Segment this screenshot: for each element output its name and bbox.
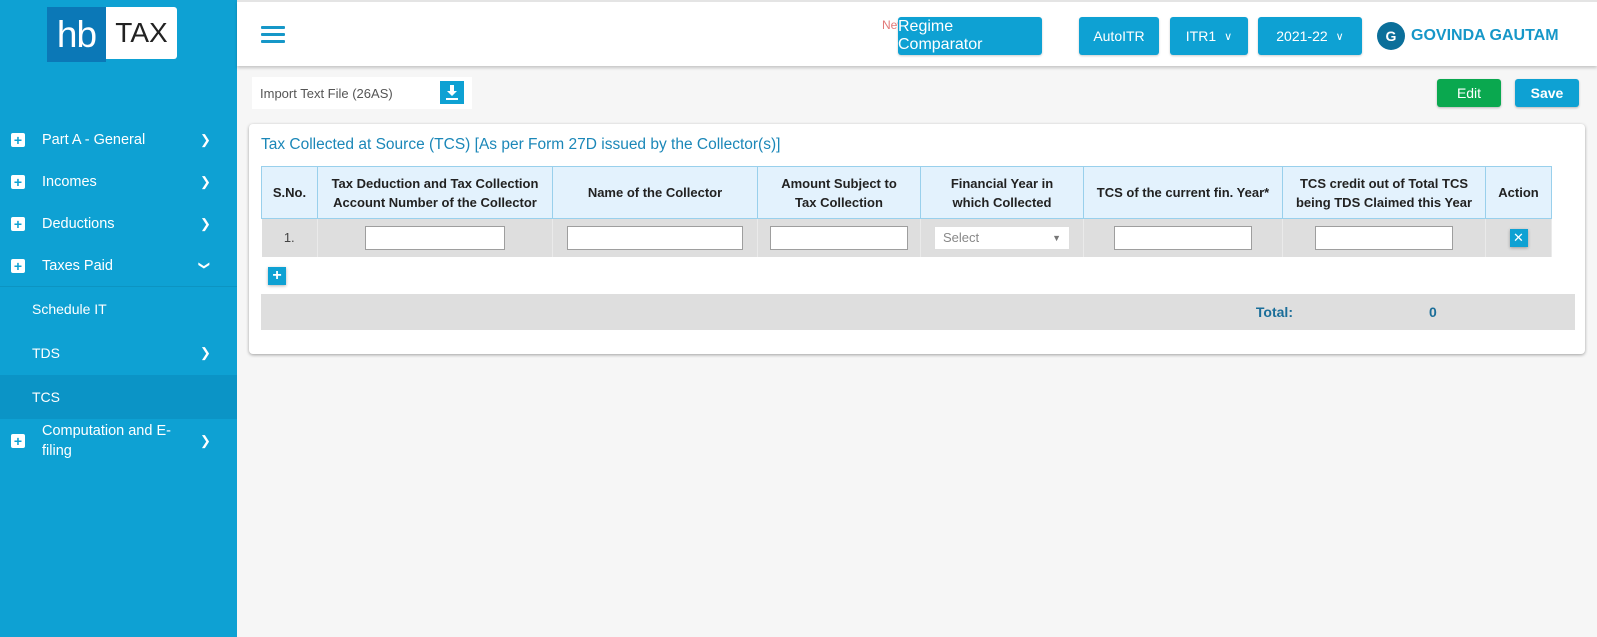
amount-cell: [757, 218, 921, 257]
chevron-right-icon: ❯: [200, 433, 211, 448]
save-button[interactable]: Save: [1515, 79, 1579, 107]
delete-row-icon[interactable]: ✕: [1509, 228, 1528, 247]
col-financial-year: Financial Year in which Collected: [920, 166, 1084, 219]
card-title: Tax Collected at Source (TCS) [As per Fo…: [261, 136, 781, 153]
logo[interactable]: hb TAX: [47, 7, 177, 62]
tcs-table: S.No. Tax Deduction and Tax Collection Ac…: [261, 166, 1552, 257]
chevron-right-icon: ❯: [200, 174, 211, 189]
col-amount: Amount Subject to Tax Collection: [757, 166, 921, 219]
table-row: 1. Select ▼ ✕: [261, 218, 1552, 257]
col-tcs-credit: TCS credit out of Total TCS being TDS Cla…: [1282, 166, 1486, 219]
sidebar-item-label: Taxes Paid: [42, 257, 113, 274]
total-row: Total: 0: [261, 294, 1575, 330]
sidebar-item-deductions[interactable]: + Deductions ❯: [0, 203, 237, 245]
year-select-value: 2021-22: [1276, 28, 1328, 44]
total-label: Total:: [1255, 304, 1293, 320]
chevron-right-icon: ❯: [200, 345, 211, 360]
tan-cell: [317, 218, 553, 257]
logo-hb: hb: [47, 7, 106, 62]
hamburger-menu-icon[interactable]: [261, 26, 285, 44]
row-sno: 1.: [261, 218, 318, 257]
sidebar-subitem-schedule-it[interactable]: Schedule IT: [0, 287, 237, 331]
plus-icon: +: [11, 258, 25, 273]
import-label: Import Text File (26AS): [260, 85, 393, 101]
label-line-2: filing: [42, 443, 72, 459]
tcs-cell: [1083, 218, 1283, 257]
year-select[interactable]: 2021-22 ∨: [1258, 17, 1362, 55]
sidebar-subitem-label: TCS: [32, 389, 60, 405]
chevron-down-icon: ∨: [1224, 30, 1233, 43]
col-tan: Tax Deduction and Tax Collection Account …: [317, 166, 553, 219]
sidebar-subitem-label: TDS: [32, 345, 60, 361]
caret-down-icon: ▼: [1052, 232, 1061, 243]
chevron-down-icon: ❯: [198, 260, 211, 271]
sidebar-item-taxes-paid[interactable]: + Taxes Paid ❯: [0, 245, 237, 287]
financial-year-select-value: Select: [943, 230, 980, 246]
plus-icon: +: [11, 217, 25, 231]
plus-icon: +: [11, 133, 25, 147]
action-cell: ✕: [1485, 218, 1552, 257]
col-action: Action: [1485, 166, 1552, 219]
table-header-row: S.No. Tax Deduction and Tax Collection Ac…: [261, 166, 1552, 219]
sidebar-item-label: Part A - General: [42, 132, 146, 148]
itr-select-value: ITR1: [1185, 28, 1217, 44]
sidebar-item-part-a-general[interactable]: + Part A - General ❯: [0, 119, 237, 161]
chevron-right-icon: ❯: [200, 132, 211, 147]
tan-input[interactable]: [365, 225, 505, 250]
sidebar-item-label: Incomes: [42, 174, 97, 190]
sidebar-item-label: Computation and E- filing: [42, 421, 171, 461]
download-icon[interactable]: [440, 81, 464, 104]
sidebar-item-label: Deductions: [42, 216, 115, 232]
tcs-card: Tax Collected at Source (TCS) [As per Fo…: [249, 124, 1585, 354]
sidebar: hb TAX + Part A - General ❯ + Incomes ❯ …: [0, 0, 237, 637]
label-line-1: Computation and E-: [42, 423, 171, 439]
itr-select[interactable]: ITR1 ∨: [1170, 17, 1248, 55]
edit-button[interactable]: Edit: [1437, 79, 1501, 107]
amount-input[interactable]: [770, 225, 908, 250]
logo-tax: TAX: [106, 7, 177, 59]
plus-icon: +: [11, 434, 25, 448]
chevron-down-icon: ∨: [1335, 30, 1344, 43]
name-cell: [552, 218, 758, 257]
plus-icon: +: [11, 175, 25, 189]
sidebar-subitem-tds[interactable]: TDS ❯: [0, 331, 237, 375]
fy-cell: Select ▼: [920, 218, 1084, 257]
sidebar-item-computation-e-filing[interactable]: + Computation and E- filing ❯: [0, 419, 237, 463]
autoitr-button[interactable]: AutoITR: [1079, 17, 1159, 55]
col-tcs-current: TCS of the current fin. Year*: [1083, 166, 1283, 219]
credit-cell: [1282, 218, 1486, 257]
col-collector-name: Name of the Collector: [552, 166, 758, 219]
add-row-button[interactable]: +: [268, 267, 286, 285]
chevron-right-icon: ❯: [200, 216, 211, 231]
collector-name-input[interactable]: [567, 225, 743, 250]
financial-year-select[interactable]: Select ▼: [934, 225, 1070, 250]
sidebar-nav: + Part A - General ❯ + Incomes ❯ + Deduc…: [0, 119, 237, 463]
top-header: New Regime Comparator AutoITR ITR1 ∨ 202…: [237, 0, 1597, 66]
col-sno: S.No.: [261, 166, 318, 219]
avatar: G: [1377, 22, 1405, 50]
import-text-file: Import Text File (26AS): [252, 77, 472, 109]
tcs-current-input[interactable]: [1114, 225, 1252, 250]
sidebar-item-incomes[interactable]: + Incomes ❯: [0, 161, 237, 203]
sidebar-subitem-tcs[interactable]: TCS: [0, 375, 237, 419]
tcs-credit-input[interactable]: [1315, 225, 1453, 250]
sidebar-subitem-label: Schedule IT: [32, 301, 107, 317]
user-name: GOVINDA GAUTAM: [1411, 27, 1559, 44]
user-menu[interactable]: G GOVINDA GAUTAM: [1377, 22, 1559, 50]
total-value: 0: [1429, 304, 1437, 320]
regime-comparator-button[interactable]: Regime Comparator: [898, 17, 1042, 55]
